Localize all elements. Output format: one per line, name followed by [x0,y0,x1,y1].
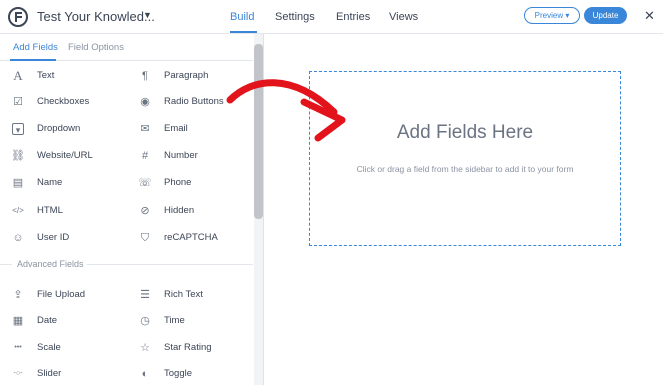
scale-icon: ••• [14,344,22,351]
field-user-id[interactable]: ☺ User ID [11,230,121,250]
field-label: Name [37,177,63,188]
section-divider [87,264,253,265]
field-label: User ID [37,232,70,243]
field-hidden[interactable]: ⊘ Hidden [138,203,248,223]
slider-icon: -○- [13,370,23,377]
field-slider[interactable]: -○- Slider [11,366,121,385]
field-number[interactable]: # Number [138,148,248,168]
field-label: Text [37,70,55,81]
annotation-arrow-icon [226,79,346,142]
field-star-rating[interactable]: ☆ Star Rating [138,340,248,360]
preview-button[interactable]: Preview ▾ [524,7,580,24]
tab-add-fields[interactable]: Add Fields [13,42,58,53]
form-title[interactable]: Test Your Knowled... [37,9,155,24]
toggle-icon: ◐ [141,368,149,380]
rich-text-icon: ☰ [140,289,150,301]
tab-entries[interactable]: Entries [336,11,370,23]
field-label: Website/URL [37,150,93,161]
field-label: Checkboxes [37,96,90,107]
upload-icon: ⇪ [13,289,23,301]
phone-icon: ☏ [138,177,152,189]
number-icon: # [141,150,149,162]
formidable-logo-icon[interactable] [8,7,28,27]
chevron-down-icon[interactable]: ▼ [143,10,152,20]
field-label: File Upload [37,289,86,300]
field-label: HTML [37,205,63,216]
field-label: Phone [164,177,192,188]
name-card-icon: ▤ [12,177,24,189]
text-icon: A [13,68,23,83]
hidden-eye-icon: ⊘ [140,205,150,217]
field-toggle[interactable]: ◐ Toggle [138,366,248,385]
field-phone[interactable]: ☏ Phone [138,175,248,195]
field-label: Date [37,315,58,326]
checkbox-icon: ☑ [13,96,23,108]
shield-icon: ⛉ [140,232,150,244]
paragraph-icon: ¶ [142,70,148,82]
update-button[interactable]: Update [584,7,627,24]
field-time[interactable]: ◷ Time [138,313,248,333]
field-label: Paragraph [164,70,209,81]
active-tab-indicator [230,31,257,33]
tab-settings[interactable]: Settings [275,11,315,23]
field-name[interactable]: ▤ Name [11,175,121,195]
field-date[interactable]: ▦ Date [11,313,121,333]
drop-zone-hint: Click or drag a field from the sidebar t… [356,164,574,174]
active-sidebar-tab-indicator [10,59,56,61]
field-label: Email [164,123,188,134]
tab-build[interactable]: Build [230,11,254,23]
link-icon: ⛓ [11,150,25,162]
radio-icon: ◉ [140,96,150,108]
field-scale[interactable]: ••• Scale [11,340,121,360]
field-label: Dropdown [37,123,81,134]
top-bar: Test Your Knowled... ▼ Build Settings En… [0,0,663,34]
calendar-icon: ▦ [12,315,24,327]
field-label: Star Rating [164,342,212,353]
field-text[interactable]: A Text [11,68,121,88]
field-label: Scale [37,342,61,353]
field-label: Hidden [164,205,195,216]
field-label: Slider [37,368,62,379]
field-dropdown[interactable]: ▾ Dropdown [11,121,121,141]
code-icon: </> [12,206,24,215]
tab-field-options[interactable]: Field Options [68,42,124,53]
field-label: Rich Text [164,289,203,300]
field-file-upload[interactable]: ⇪ File Upload [11,287,121,307]
field-label: Toggle [164,368,192,379]
field-label: reCAPTCHA [164,232,218,243]
star-icon: ☆ [140,342,150,354]
section-divider [0,264,12,265]
field-website-url[interactable]: ⛓ Website/URL [11,148,121,168]
user-icon: ☺ [12,232,24,244]
advanced-fields-heading: Advanced Fields [17,259,84,269]
dropdown-icon: ▾ [12,123,24,135]
field-label: Time [164,315,185,326]
field-label: Number [164,150,198,161]
tab-views[interactable]: Views [389,11,418,23]
field-rich-text[interactable]: ☰ Rich Text [138,287,248,307]
field-html[interactable]: </> HTML [11,203,121,223]
email-icon: ✉ [140,123,150,135]
clock-icon: ◷ [140,315,150,327]
field-checkboxes[interactable]: ☑ Checkboxes [11,94,121,114]
close-icon[interactable]: ✕ [644,8,655,24]
field-label: Radio Buttons [164,96,224,107]
field-recaptcha[interactable]: ⛉ reCAPTCHA [138,230,248,250]
